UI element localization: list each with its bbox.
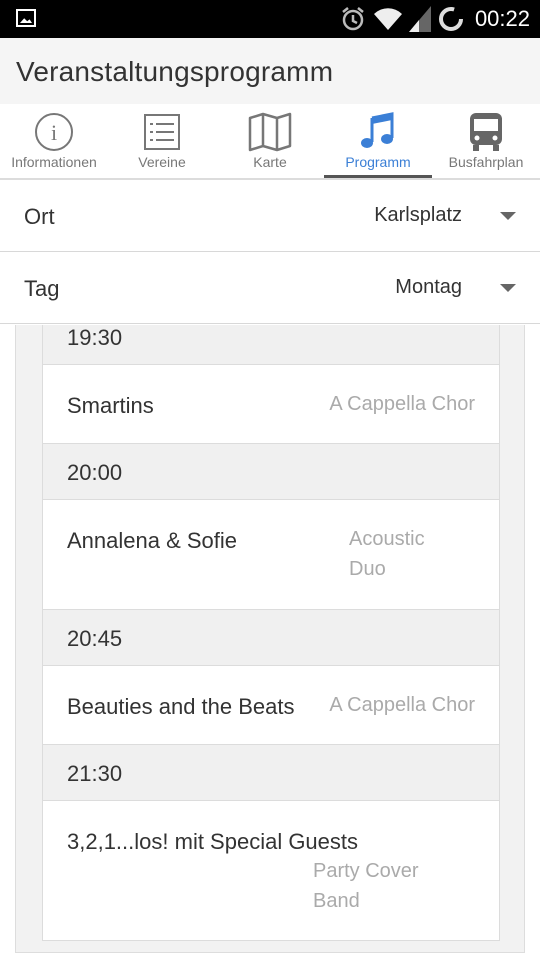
tab-label: Vereine	[138, 154, 186, 170]
info-icon: i	[32, 110, 76, 154]
tag-label: Tag	[24, 276, 60, 301]
event-row[interactable]: 3,2,1...los! mit Special Guests Party Co…	[42, 801, 500, 941]
page-title: Veranstaltungsprogramm	[16, 56, 334, 87]
bus-icon	[464, 110, 508, 154]
ort-label: Ort	[24, 204, 55, 229]
time-header: 20:45	[42, 610, 500, 666]
tag-select[interactable]: Tag Montag	[0, 252, 540, 324]
chevron-down-icon	[500, 284, 516, 292]
time-label: 19:30	[67, 325, 123, 350]
time-header: 21:30	[42, 745, 500, 801]
event-name: 3,2,1...los! mit Special Guests	[67, 829, 359, 854]
sync-icon	[437, 5, 465, 33]
status-time: 00:22	[474, 6, 530, 31]
gallery-icon	[16, 9, 36, 27]
alarm-icon	[339, 5, 367, 33]
map-icon	[248, 110, 292, 154]
tab-label: Busfahrplan	[448, 154, 524, 170]
music-note-icon	[356, 110, 400, 154]
time-label: 20:00	[67, 460, 123, 485]
signal-icon	[408, 6, 431, 32]
event-row[interactable]: Beauties and the Beats A Cappella Chor	[42, 666, 500, 745]
event-name: Annalena & Sofie	[67, 528, 238, 553]
event-name: Beauties and the Beats	[67, 694, 295, 719]
event-row[interactable]: Annalena & Sofie Acoustic Duo	[42, 500, 500, 610]
time-header: 19:30	[42, 325, 500, 365]
tab-label: Programm	[345, 154, 411, 170]
event-row[interactable]: Smartins A Cappella Chor	[42, 365, 500, 444]
ort-value: Karlsplatz	[374, 204, 462, 226]
event-name: Smartins	[67, 393, 154, 418]
list-icon	[140, 110, 184, 154]
tag-value: Montag	[395, 276, 462, 298]
tab-label: Informationen	[11, 154, 97, 170]
schedule-list: 19:30 Smartins A Cappella Chor 20:00 Ann…	[42, 325, 500, 941]
event-category: A Cappella Chor	[329, 393, 475, 415]
tab-label: Karte	[253, 154, 287, 170]
time-header: 20:00	[42, 444, 500, 500]
event-category: Party Cover Band	[313, 860, 419, 912]
schedule-panel[interactable]: 19:30 Smartins A Cappella Chor 20:00 Ann…	[15, 325, 525, 953]
event-category: A Cappella Chor	[329, 694, 475, 716]
time-label: 20:45	[67, 626, 123, 651]
time-label: 21:30	[67, 761, 123, 786]
wifi-icon	[373, 6, 403, 32]
chevron-down-icon	[500, 212, 516, 220]
tab-informationen[interactable]: i Informationen	[0, 104, 108, 178]
tab-vereine[interactable]: Vereine	[108, 104, 216, 178]
ort-select[interactable]: Ort Karlsplatz	[0, 180, 540, 252]
tab-programm[interactable]: Programm	[324, 104, 432, 178]
tab-busfahrplan[interactable]: Busfahrplan	[432, 104, 540, 178]
tab-bar: i Informationen Vereine Karte Programm B…	[0, 104, 540, 178]
svg-text:i: i	[51, 120, 57, 145]
tab-karte[interactable]: Karte	[216, 104, 324, 178]
event-category: Acoustic Duo	[349, 528, 425, 580]
app-bar: Veranstaltungsprogramm	[0, 38, 540, 104]
status-bar: 00:22	[0, 0, 540, 38]
